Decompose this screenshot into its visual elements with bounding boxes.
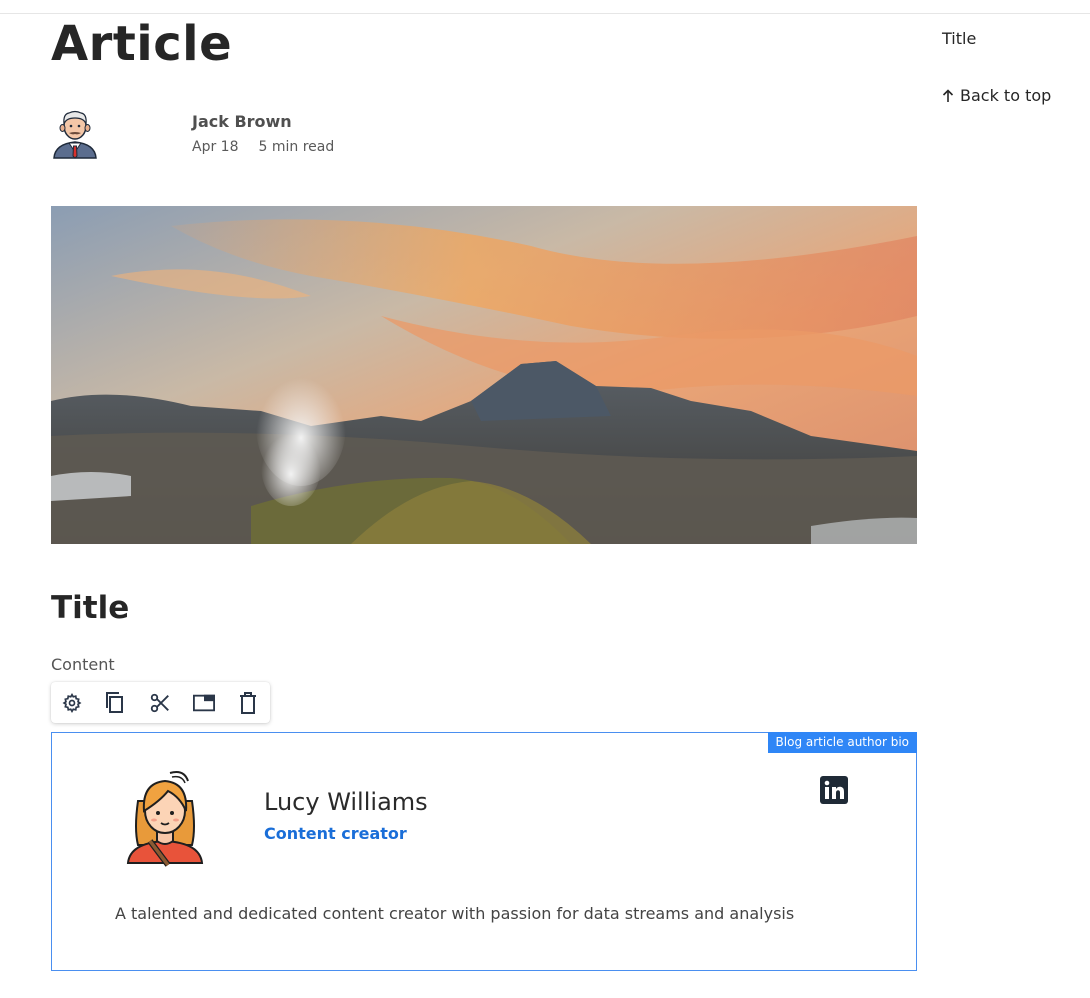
bio-description: A talented and dedicated content creator… bbox=[115, 904, 795, 923]
trash-icon[interactable] bbox=[237, 691, 259, 714]
block-label-badge: Blog article author bio bbox=[767, 732, 917, 753]
arrow-up-icon bbox=[942, 88, 954, 102]
linkedin-icon[interactable] bbox=[819, 775, 849, 805]
article-read-time: 5 min read bbox=[258, 139, 335, 155]
section-title: Title bbox=[51, 590, 130, 626]
hero-image bbox=[51, 206, 917, 544]
author-bio-block[interactable]: Blog article author bio Lucy Williams Co… bbox=[51, 732, 917, 971]
top-divider bbox=[0, 13, 1090, 14]
article-date: Apr 18 bbox=[192, 139, 239, 155]
back-to-top-label: Back to top bbox=[960, 86, 1052, 105]
article-meta: Apr 18 5 min read bbox=[192, 139, 334, 155]
author-avatar bbox=[51, 108, 99, 160]
block-toolbar bbox=[51, 682, 270, 723]
bio-author-role: Content creator bbox=[264, 824, 407, 843]
author-name[interactable]: Jack Brown bbox=[192, 112, 292, 131]
cut-icon[interactable] bbox=[149, 692, 171, 714]
window-icon[interactable] bbox=[193, 692, 215, 714]
article-title: Article bbox=[51, 16, 233, 72]
toc-item-title[interactable]: Title bbox=[942, 29, 976, 48]
copy-icon[interactable] bbox=[105, 691, 127, 714]
back-to-top-link[interactable]: Back to top bbox=[942, 86, 1051, 105]
gear-icon[interactable] bbox=[61, 692, 83, 714]
bio-avatar bbox=[124, 767, 206, 867]
content-text: Content bbox=[51, 655, 115, 674]
bio-author-name: Lucy Williams bbox=[264, 788, 428, 816]
